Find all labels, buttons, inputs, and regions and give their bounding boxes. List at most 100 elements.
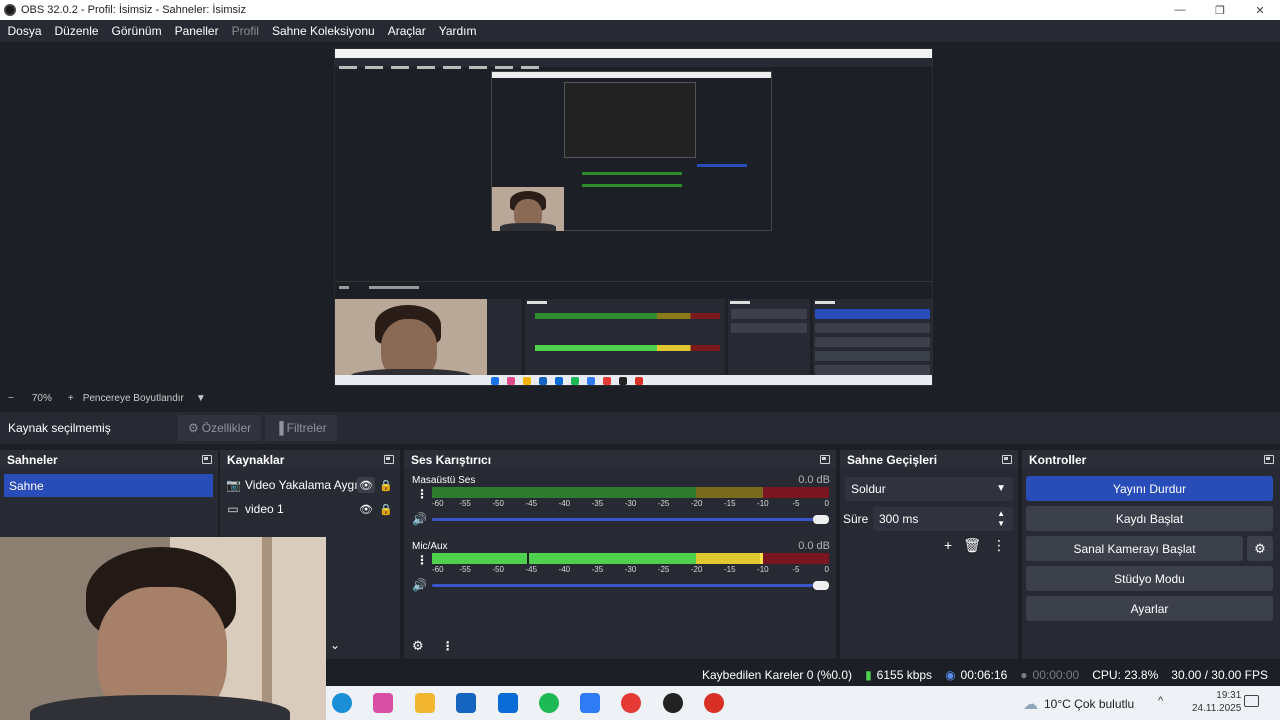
meter-red-zone <box>763 487 829 498</box>
duration-label: Süre <box>843 512 869 526</box>
copilot-icon[interactable] <box>373 693 393 713</box>
controls-dock: Kontroller Yayını Durdur Kaydı Başlat Sa… <box>1022 450 1280 659</box>
volume-slider-knob[interactable] <box>813 515 829 524</box>
file-explorer-icon[interactable] <box>415 693 435 713</box>
mixer-channel-mic-aux: Mic/Aux 0.0 dB ⋮ -60 -55 -50 -45 -40 -35 -30 -2… <box>412 540 830 601</box>
meter-tick-label: -30 <box>624 499 637 508</box>
undock-icon[interactable] <box>820 455 830 464</box>
start-recording-button[interactable]: Kaydı Başlat <box>1026 506 1273 531</box>
preview-nested-menubar <box>335 58 932 69</box>
mixer-footer: ⚙ ⋮ <box>404 632 836 659</box>
meter-tick-label: -40 <box>558 565 571 574</box>
meter-tick-label: -50 <box>492 499 504 508</box>
close-button[interactable]: ✕ <box>1240 0 1280 20</box>
transitions-title: Sahne Geçişleri <box>847 452 938 467</box>
lock-icon[interactable]: 🔒 <box>378 503 394 516</box>
channel-menu-icon[interactable]: ⋮ <box>416 487 428 501</box>
menu-view[interactable]: Görünüm <box>105 24 168 38</box>
studio-mode-button[interactable]: Stüdyo Modu <box>1026 566 1273 591</box>
outlook-icon[interactable] <box>498 693 518 713</box>
volume-slider[interactable] <box>432 581 829 590</box>
window-title: OBS 32.0.2 - Profil: İsimsiz - Sahneler:… <box>21 4 246 16</box>
meter-tick-label: -10 <box>757 565 769 574</box>
zoom-out-button[interactable]: − <box>0 393 14 404</box>
sources-collapse-chevron-icon[interactable]: ⌄ <box>330 638 340 652</box>
stop-streaming-button[interactable]: Yayını Durdur <box>1026 476 1273 501</box>
fps-indicator: 30.00 / 30.00 FPS <box>1171 668 1268 682</box>
volume-slider[interactable] <box>432 515 829 524</box>
more-icon[interactable]: ⋮ <box>992 537 1006 554</box>
fit-to-window-label[interactable]: Pencereye Boyutlandır <box>74 393 184 404</box>
spin-arrows-icon[interactable]: ▲ ▼ <box>997 509 1005 529</box>
menu-docks[interactable]: Paneller <box>168 24 225 38</box>
start-virtual-camera-button[interactable]: Sanal Kamerayı Başlat <box>1026 536 1243 561</box>
minimize-button[interactable]: — <box>1160 0 1200 20</box>
scenes-title: Sahneler <box>7 452 58 467</box>
notification-icon[interactable] <box>1244 695 1259 707</box>
menu-help[interactable]: Yardım <box>432 24 483 38</box>
menu-file[interactable]: Dosya <box>1 24 48 38</box>
restore-button[interactable]: ❐ <box>1200 0 1240 20</box>
menu-tools[interactable]: Araçlar <box>381 24 432 38</box>
scene-transitions-dock: Sahne Geçişleri Soldur ▼ Süre 300 ms ▲ ▼ … <box>840 450 1018 659</box>
preview-nested-titlebar <box>335 49 932 58</box>
undock-icon[interactable] <box>1002 455 1012 464</box>
duration-spinbox[interactable]: 300 ms ▲ ▼ <box>873 507 1013 531</box>
audio-mixer-dock-header: Ses Karıştırıcı <box>404 450 836 469</box>
add-icon[interactable]: + <box>944 537 952 554</box>
program-preview[interactable] <box>334 48 933 386</box>
transition-select[interactable]: Soldur ▼ <box>845 477 1013 501</box>
todo-icon[interactable] <box>580 693 600 713</box>
visibility-eye-icon[interactable]: 👁 <box>357 501 375 517</box>
chrome-icon[interactable] <box>621 693 641 713</box>
settings-button[interactable]: Ayarlar <box>1026 596 1273 621</box>
meter-tick-label: -60 <box>432 499 444 508</box>
signal-bars-icon: ▮ <box>865 668 872 682</box>
trash-icon[interactable]: 🗑 <box>963 537 981 554</box>
zoom-in-button[interactable]: + <box>52 393 74 404</box>
undock-icon[interactable] <box>202 455 212 464</box>
chrome-profile-icon[interactable] <box>704 693 724 713</box>
source-item[interactable]: ▭ video 1 👁 🔒 <box>226 497 394 521</box>
meter-tick-label: -10 <box>757 499 769 508</box>
source-item[interactable]: 📷 Video Yakalama Aygıtı 👁 🔒 <box>226 473 394 497</box>
edge-icon[interactable] <box>332 693 352 713</box>
zoom-dropdown-icon[interactable]: ▼ <box>184 393 206 404</box>
virtual-camera-settings-gear-icon[interactable]: ⚙ <box>1247 536 1273 561</box>
menu-profile[interactable]: Profil <box>225 24 265 38</box>
store-icon[interactable] <box>456 693 476 713</box>
speaker-icon[interactable]: 🔊 <box>412 512 427 526</box>
meter-tick-label: -55 <box>459 499 471 508</box>
undock-icon[interactable] <box>384 455 394 464</box>
weather-text: 10°C Çok bulutlu <box>1044 697 1135 711</box>
transition-tools: + 🗑 ⋮ <box>944 537 1006 554</box>
visibility-eye-icon[interactable]: 👁 <box>357 477 375 493</box>
meter-tick-label: -20 <box>690 565 703 574</box>
advanced-audio-gear-icon[interactable]: ⚙ <box>412 638 424 654</box>
meter-tick-label: -15 <box>723 565 736 574</box>
obs-taskbar-icon[interactable] <box>663 693 683 713</box>
unlocked-icon[interactable]: 🔒 <box>378 479 394 492</box>
webcam-overlay <box>0 537 326 720</box>
filters-button[interactable]: ▐ Filtreler <box>265 415 337 441</box>
channel-menu-icon[interactable]: ⋮ <box>416 553 428 567</box>
filters-label: Filtreler <box>286 421 327 435</box>
weather-widget[interactable]: ☁ 10°C Çok bulutlu <box>1023 695 1134 713</box>
volume-slider-knob[interactable] <box>813 581 829 590</box>
undock-icon[interactable] <box>1264 455 1274 464</box>
meter-tick-label: -60 <box>432 565 444 574</box>
menu-edit[interactable]: Düzenle <box>48 24 105 38</box>
speaker-icon[interactable]: 🔊 <box>412 578 427 592</box>
tray-overflow-chevron-icon[interactable]: ^ <box>1158 695 1163 707</box>
properties-button[interactable]: ⚙ Özellikler <box>178 415 262 441</box>
zoom-level: 70% <box>31 392 52 404</box>
meter-tick-label: -40 <box>558 499 571 508</box>
camera-icon: 📷 <box>226 478 241 492</box>
spotify-icon[interactable] <box>539 693 559 713</box>
meter-tick-label: 0 <box>824 565 829 574</box>
mixer-menu-icon[interactable]: ⋮ <box>442 639 454 653</box>
scene-item[interactable]: Sahne <box>4 474 213 497</box>
menu-scene-collection[interactable]: Sahne Koleksiyonu <box>265 24 381 38</box>
clock[interactable]: 19:31 24.11.2025 <box>1192 689 1241 715</box>
meter-tick-label: -25 <box>657 499 670 508</box>
